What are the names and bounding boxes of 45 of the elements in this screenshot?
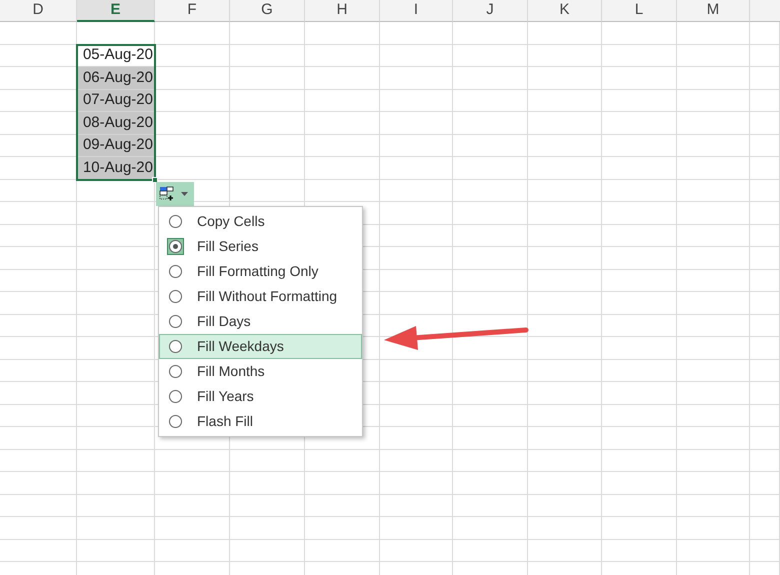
menu-label: Flash Fill [197, 412, 254, 431]
column-header[interactable]: G [230, 0, 305, 22]
column-header[interactable]: K [528, 0, 602, 22]
auto-fill-options-button[interactable] [156, 182, 194, 206]
menu-item[interactable]: Fill Days [159, 309, 362, 334]
menu-label: Fill Formatting Only [197, 262, 318, 281]
menu-label: Fill Weekdays [197, 337, 284, 356]
menu-item[interactable]: Fill Months [159, 359, 362, 384]
column-header[interactable]: M [677, 0, 750, 22]
column-header[interactable]: J [453, 0, 528, 22]
menu-label: Fill Without Formatting [197, 287, 338, 306]
radio-button[interactable] [167, 238, 184, 255]
menu-label: Copy Cells [197, 212, 265, 231]
menu-item[interactable]: Flash Fill [159, 409, 362, 434]
table-cell: 06-Aug-20 [77, 67, 155, 90]
menu-item[interactable]: Fill Weekdays [159, 334, 362, 359]
radio-button[interactable] [167, 313, 184, 330]
column-header[interactable]: L [602, 0, 677, 22]
table-cell: 08-Aug-20 [77, 112, 155, 134]
fill-handle[interactable] [152, 177, 158, 183]
table-cell: 10-Aug-20 [77, 157, 155, 180]
table-cell: 07-Aug-20 [77, 90, 155, 112]
column-header[interactable]: F [155, 0, 230, 22]
radio-button[interactable] [167, 388, 184, 405]
radio-button[interactable] [167, 213, 184, 230]
menu-label: Fill Months [197, 362, 265, 381]
table-cell: 09-Aug-20 [77, 134, 155, 157]
column-header[interactable]: D [0, 0, 77, 22]
radio-button[interactable] [167, 413, 184, 430]
menu-label: Fill Days [197, 312, 251, 331]
menu-label: Fill Series [197, 237, 258, 256]
menu-item[interactable]: Copy Cells [159, 209, 362, 234]
caret-icon [181, 192, 188, 196]
radio-button[interactable] [167, 288, 184, 305]
column-header[interactable]: I [380, 0, 453, 22]
column-header[interactable]: E [77, 0, 155, 22]
menu-item[interactable]: Fill Years [159, 384, 362, 409]
column-header[interactable]: H [305, 0, 380, 22]
menu-label: Fill Years [197, 387, 254, 406]
radio-button[interactable] [167, 363, 184, 380]
menu-item[interactable]: Fill Formatting Only [159, 259, 362, 284]
menu-item[interactable]: Fill Without Formatting [159, 284, 362, 309]
menu-item[interactable]: Fill Series [159, 234, 362, 259]
radio-button[interactable] [167, 263, 184, 280]
radio-button[interactable] [167, 338, 184, 355]
